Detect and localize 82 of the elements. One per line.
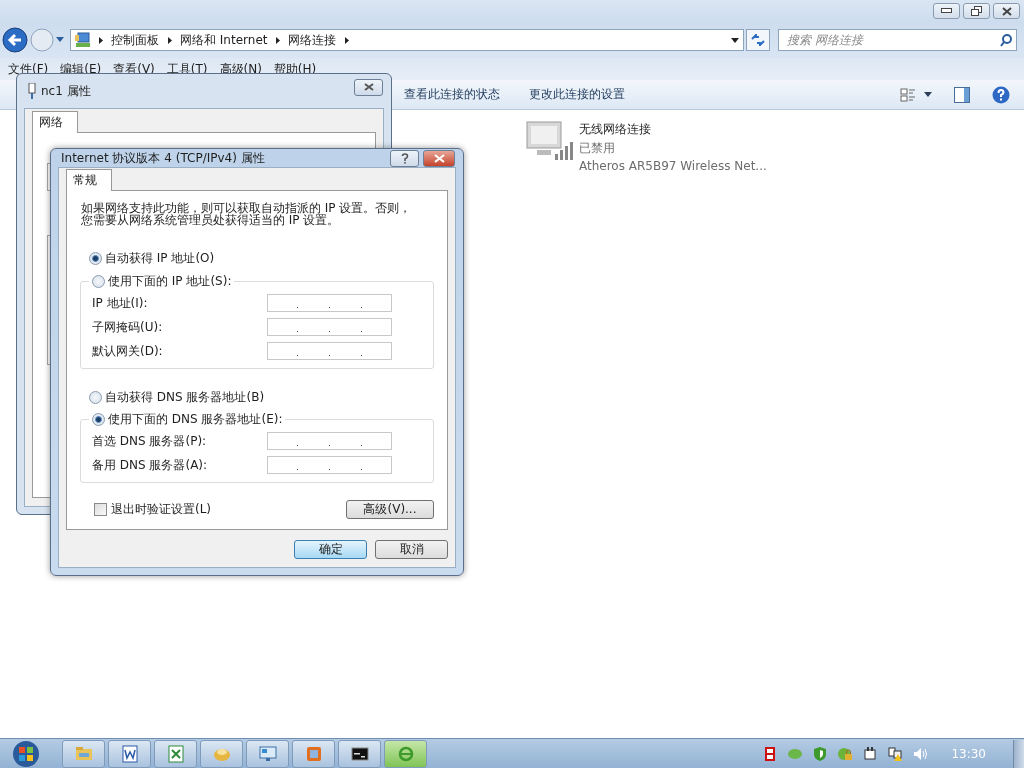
restore-button[interactable] <box>963 3 990 19</box>
help-icon <box>992 85 1010 104</box>
tab[interactable]: 网络 <box>32 111 78 133</box>
taskbar-button[interactable] <box>338 739 381 768</box>
address-bar[interactable]: 控制面板 网络和 Internet 网络连接 <box>70 29 744 51</box>
remote-desktop-icon <box>257 743 278 764</box>
pane-icon <box>954 86 970 103</box>
radio-label: 使用下面的 IP 地址(S): <box>108 273 232 290</box>
preview-pane-button[interactable] <box>954 86 970 103</box>
radio-button[interactable] <box>92 275 105 288</box>
close-icon <box>433 154 445 163</box>
breadcrumb[interactable]: 网络和 Internet <box>179 31 269 49</box>
field-label: 备用 DNS 服务器(A): <box>92 456 209 474</box>
restore-icon <box>971 6 982 16</box>
close-button[interactable] <box>423 150 455 167</box>
radio-label: 使用下面的 DNS 服务器地址(E): <box>108 411 283 428</box>
tab[interactable]: 常规 <box>66 169 112 191</box>
checkbox[interactable] <box>94 503 107 516</box>
description-text: 您需要从网络系统管理员处获得适当的 IP 设置。 <box>81 214 340 226</box>
ip-address-field[interactable] <box>267 318 392 336</box>
device-name: Atheros AR5B97 Wireless Net... <box>579 159 767 173</box>
radio-button[interactable] <box>89 391 102 404</box>
question-mark-icon <box>400 153 409 164</box>
chevron-icon <box>97 35 104 45</box>
dropdown-icon <box>56 37 64 43</box>
ip-address-field[interactable] <box>267 432 392 450</box>
description-text: 如果网络支持此功能，则可以获取自动指派的 IP 设置。否则， <box>81 202 412 214</box>
help-button[interactable] <box>390 150 419 167</box>
help-button[interactable] <box>992 85 1010 104</box>
clock: 13:30 <box>951 746 986 761</box>
chevron-icon <box>274 35 282 45</box>
spreadsheet-icon <box>165 743 186 764</box>
show-desktop-button[interactable] <box>1013 739 1024 768</box>
shield-icon <box>812 745 829 762</box>
chevron-icon <box>343 35 351 45</box>
minimize-button[interactable] <box>933 3 960 19</box>
dialog-button[interactable]: 确定 <box>294 540 367 559</box>
minimize-icon <box>941 8 952 14</box>
view-options-button[interactable] <box>900 86 932 103</box>
tray-button[interactable] <box>862 745 879 762</box>
field-label: 默认网关(D): <box>92 342 164 360</box>
chevron-icon <box>166 35 173 45</box>
dropdown-icon <box>731 37 739 43</box>
breadcrumb[interactable]: 网络连接 <box>287 31 338 49</box>
window-title: Internet 协议版本 4 (TCP/IPv4) 属性 <box>61 149 265 167</box>
refresh-button[interactable] <box>746 29 770 51</box>
command-link[interactable]: 查看此连接的状态 <box>404 86 500 103</box>
field-label: 首选 DNS 服务器(P): <box>92 432 208 450</box>
search-field[interactable]: 搜索 网络连接 <box>778 29 1017 51</box>
checkbox-label: 退出时验证设置(L) <box>111 501 212 518</box>
network-folder-icon <box>75 32 91 48</box>
radio-button[interactable] <box>89 252 102 265</box>
close-icon <box>1001 6 1012 16</box>
lock-icon <box>837 745 854 762</box>
radio-label: 自动获得 DNS 服务器地址(B) <box>105 389 265 406</box>
field-label: 子网掩码(U): <box>92 318 164 336</box>
radio-label: 自动获得 IP 地址(O) <box>105 250 215 267</box>
dialog-button[interactable]: 取消 <box>375 540 448 559</box>
field-label: IP 地址(I): <box>92 294 149 312</box>
dropdown-icon <box>924 92 932 97</box>
advanced-button[interactable]: 高级(V)... <box>346 500 434 519</box>
search-icon <box>1000 34 1012 47</box>
refresh-icon <box>751 34 765 46</box>
window-title: nc1 属性 <box>41 82 91 100</box>
back-button[interactable] <box>2 27 28 53</box>
ip-address-field[interactable] <box>267 456 392 474</box>
connection-status: 已禁用 <box>579 140 616 157</box>
ip-address-field[interactable] <box>267 342 392 360</box>
tray-button[interactable] <box>887 745 904 762</box>
radio-button[interactable] <box>92 413 105 426</box>
ip-address-field[interactable] <box>267 294 392 312</box>
word-document-icon <box>119 743 140 764</box>
forward-circle-icon <box>30 28 54 52</box>
network-warning-icon <box>887 745 904 762</box>
plug-icon <box>862 745 879 762</box>
views-icon <box>900 86 916 103</box>
close-button[interactable] <box>354 78 383 96</box>
connection-name[interactable]: 无线网络连接 <box>579 121 767 138</box>
close-button[interactable] <box>993 3 1020 19</box>
close-icon <box>363 83 374 91</box>
command-link[interactable]: 更改此连接的设置 <box>529 86 625 103</box>
breadcrumb[interactable]: 控制面板 <box>110 31 160 49</box>
